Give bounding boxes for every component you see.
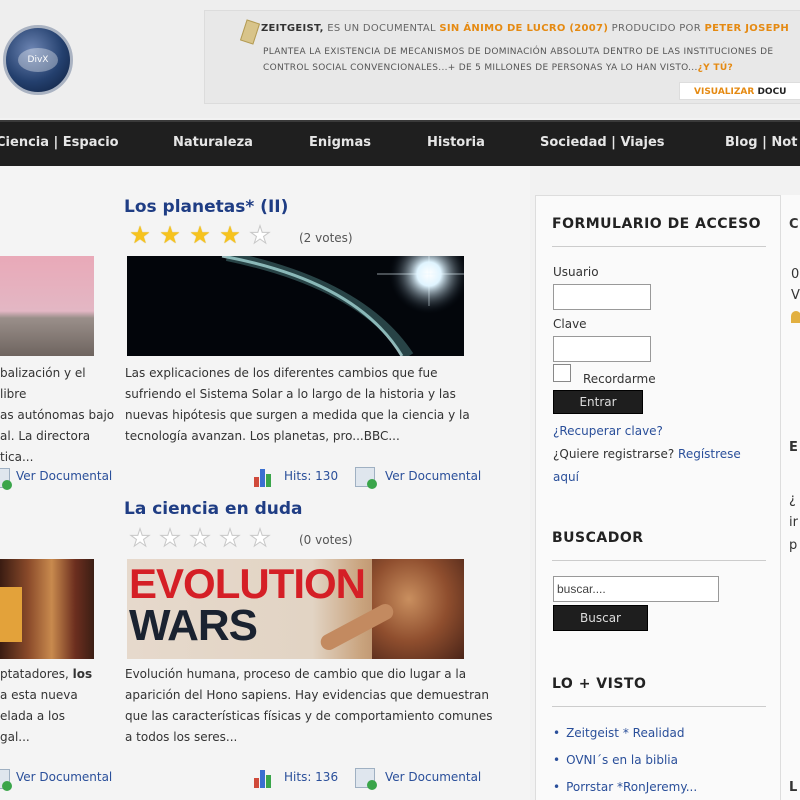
pencil-icon [239, 19, 261, 45]
main-content: balización y el libre as autónomas bajo … [0, 166, 530, 800]
promo-text-line: CONTROL SOCIAL CONVENCIONALES...+ DE 5 M… [263, 63, 733, 73]
remember-checkbox[interactable] [553, 364, 571, 382]
logo-text: DivX [18, 48, 58, 72]
password-label: Clave [553, 317, 587, 331]
document-icon[interactable] [0, 468, 12, 490]
article-thumbnail[interactable] [0, 256, 94, 356]
ver-documental-link[interactable]: Ver Documental [385, 770, 481, 784]
sidebar: FORMULARIO DE ACCESO Usuario Clave Recor… [535, 195, 780, 800]
user-icon [791, 311, 800, 323]
ver-documental-link[interactable]: Ver Documental [16, 770, 112, 784]
cut-text: p [789, 538, 798, 553]
site-logo[interactable]: DivX [3, 25, 73, 95]
search-heading: BUSCADOR [552, 530, 644, 546]
article-thumbnail[interactable]: EVOLUTION WARS [127, 559, 464, 659]
article-description: balización y el libre as autónomas bajo … [0, 366, 115, 464]
bar-chart-icon [252, 467, 274, 487]
cut-text: 0 [791, 267, 800, 282]
cut-text: ir [789, 515, 798, 530]
cut-text: V [791, 288, 800, 303]
recover-password-link[interactable]: ¿Recuperar clave? [553, 424, 663, 438]
search-button[interactable]: Buscar [553, 605, 648, 631]
article-description: ptatadores, los a esta nueva elada a los… [0, 667, 93, 744]
visualizar-documental-button[interactable]: VISUALIZAR DOCU [679, 82, 800, 100]
ver-documental-link[interactable]: Ver Documental [16, 469, 112, 483]
most-viewed-heading: LO + VISTO [552, 676, 647, 692]
bar-chart-icon [252, 768, 274, 788]
most-viewed-item[interactable]: OVNI´s en la biblia [553, 753, 678, 767]
divider [552, 560, 766, 561]
article-title[interactable]: Los planetas* (II) [124, 197, 288, 217]
star-icon[interactable]: ★ [125, 223, 155, 247]
nav-item-blog[interactable]: Blog | Not [725, 135, 797, 150]
star-icon[interactable]: ★ [245, 526, 275, 551]
main-nav: Ciencia | Espacio Naturaleza Enigmas His… [0, 120, 800, 166]
remember-label: Recordarme [583, 372, 656, 386]
nav-item-historia[interactable]: Historia [427, 135, 485, 150]
hits-count: Hits: 130 [284, 469, 339, 483]
article-description: Las explicaciones de los diferentes camb… [125, 366, 470, 443]
username-field[interactable] [553, 284, 651, 310]
article-title[interactable]: La ciencia en duda [124, 499, 303, 519]
nav-item-enigmas[interactable]: Enigmas [309, 135, 371, 150]
vote-count: (0 votes) [299, 533, 353, 547]
cut-heading: E [789, 440, 798, 455]
star-icon[interactable]: ★ [125, 526, 155, 551]
star-rating[interactable]: ★ ★ ★ ★ ★ [125, 526, 275, 551]
register-link[interactable]: aquí [553, 470, 579, 484]
thumbnail-shape [0, 587, 22, 642]
nav-item-sociedad-viajes[interactable]: Sociedad | Viajes [540, 135, 665, 150]
ver-documental-link[interactable]: Ver Documental [385, 469, 481, 483]
login-button[interactable]: Entrar [553, 390, 643, 414]
star-icon[interactable]: ★ [245, 223, 275, 248]
register-prompt: ¿Quiere registrarse? Regístrese [553, 447, 741, 461]
cut-heading: L [789, 780, 798, 795]
site-header: DivX ZEITGEIST, ES UN DOCUMENTAL SIN ÁNI… [0, 0, 800, 118]
right-sidebar: C 0 V E ¿ ir p L [780, 195, 800, 800]
article-thumbnail[interactable] [0, 559, 94, 659]
vote-count: (2 votes) [299, 231, 353, 245]
article-thumbnail[interactable] [127, 256, 464, 356]
username-label: Usuario [553, 265, 599, 279]
star-icon[interactable]: ★ [185, 223, 215, 247]
star-icon[interactable]: ★ [155, 526, 185, 551]
divider [552, 246, 766, 247]
article-description: Evolución humana, proceso de cambio que … [125, 667, 493, 744]
promo-text-line: PLANTEA LA EXISTENCIA DE MECANISMOS DE D… [263, 47, 774, 57]
nav-item-ciencia-espacio[interactable]: Ciencia | Espacio [0, 135, 119, 150]
zeitgeist-promo-banner[interactable]: ZEITGEIST, ES UN DOCUMENTAL SIN ÁNIMO DE… [204, 10, 800, 104]
most-viewed-item[interactable]: Zeitgeist * Realidad [553, 726, 684, 740]
search-input[interactable] [553, 576, 719, 602]
most-viewed-item[interactable]: Porrstar *RonJeremy... [553, 780, 697, 794]
star-icon[interactable]: ★ [215, 223, 245, 247]
register-link[interactable]: Regístrese [678, 447, 741, 461]
star-rating[interactable]: ★ ★ ★ ★ ★ [125, 223, 275, 248]
thumbnail-text: WARS [129, 601, 258, 650]
star-icon[interactable]: ★ [215, 526, 245, 551]
hits-count: Hits: 136 [284, 770, 339, 784]
password-field[interactable] [553, 336, 651, 362]
star-icon[interactable]: ★ [185, 526, 215, 551]
divider [552, 706, 766, 707]
cut-text: ¿ [789, 492, 796, 507]
document-icon[interactable] [355, 768, 377, 790]
star-icon[interactable]: ★ [155, 223, 185, 247]
cut-heading: C [789, 217, 799, 232]
planet-image [127, 256, 464, 356]
nav-item-naturaleza[interactable]: Naturaleza [173, 135, 253, 150]
document-icon[interactable] [355, 467, 377, 489]
thumbnail-text: EVOLUTION [129, 560, 366, 607]
promo-headline: ZEITGEIST, ES UN DOCUMENTAL SIN ÁNIMO DE… [261, 23, 790, 34]
login-heading: FORMULARIO DE ACCESO [552, 216, 762, 232]
document-icon[interactable] [0, 769, 12, 791]
